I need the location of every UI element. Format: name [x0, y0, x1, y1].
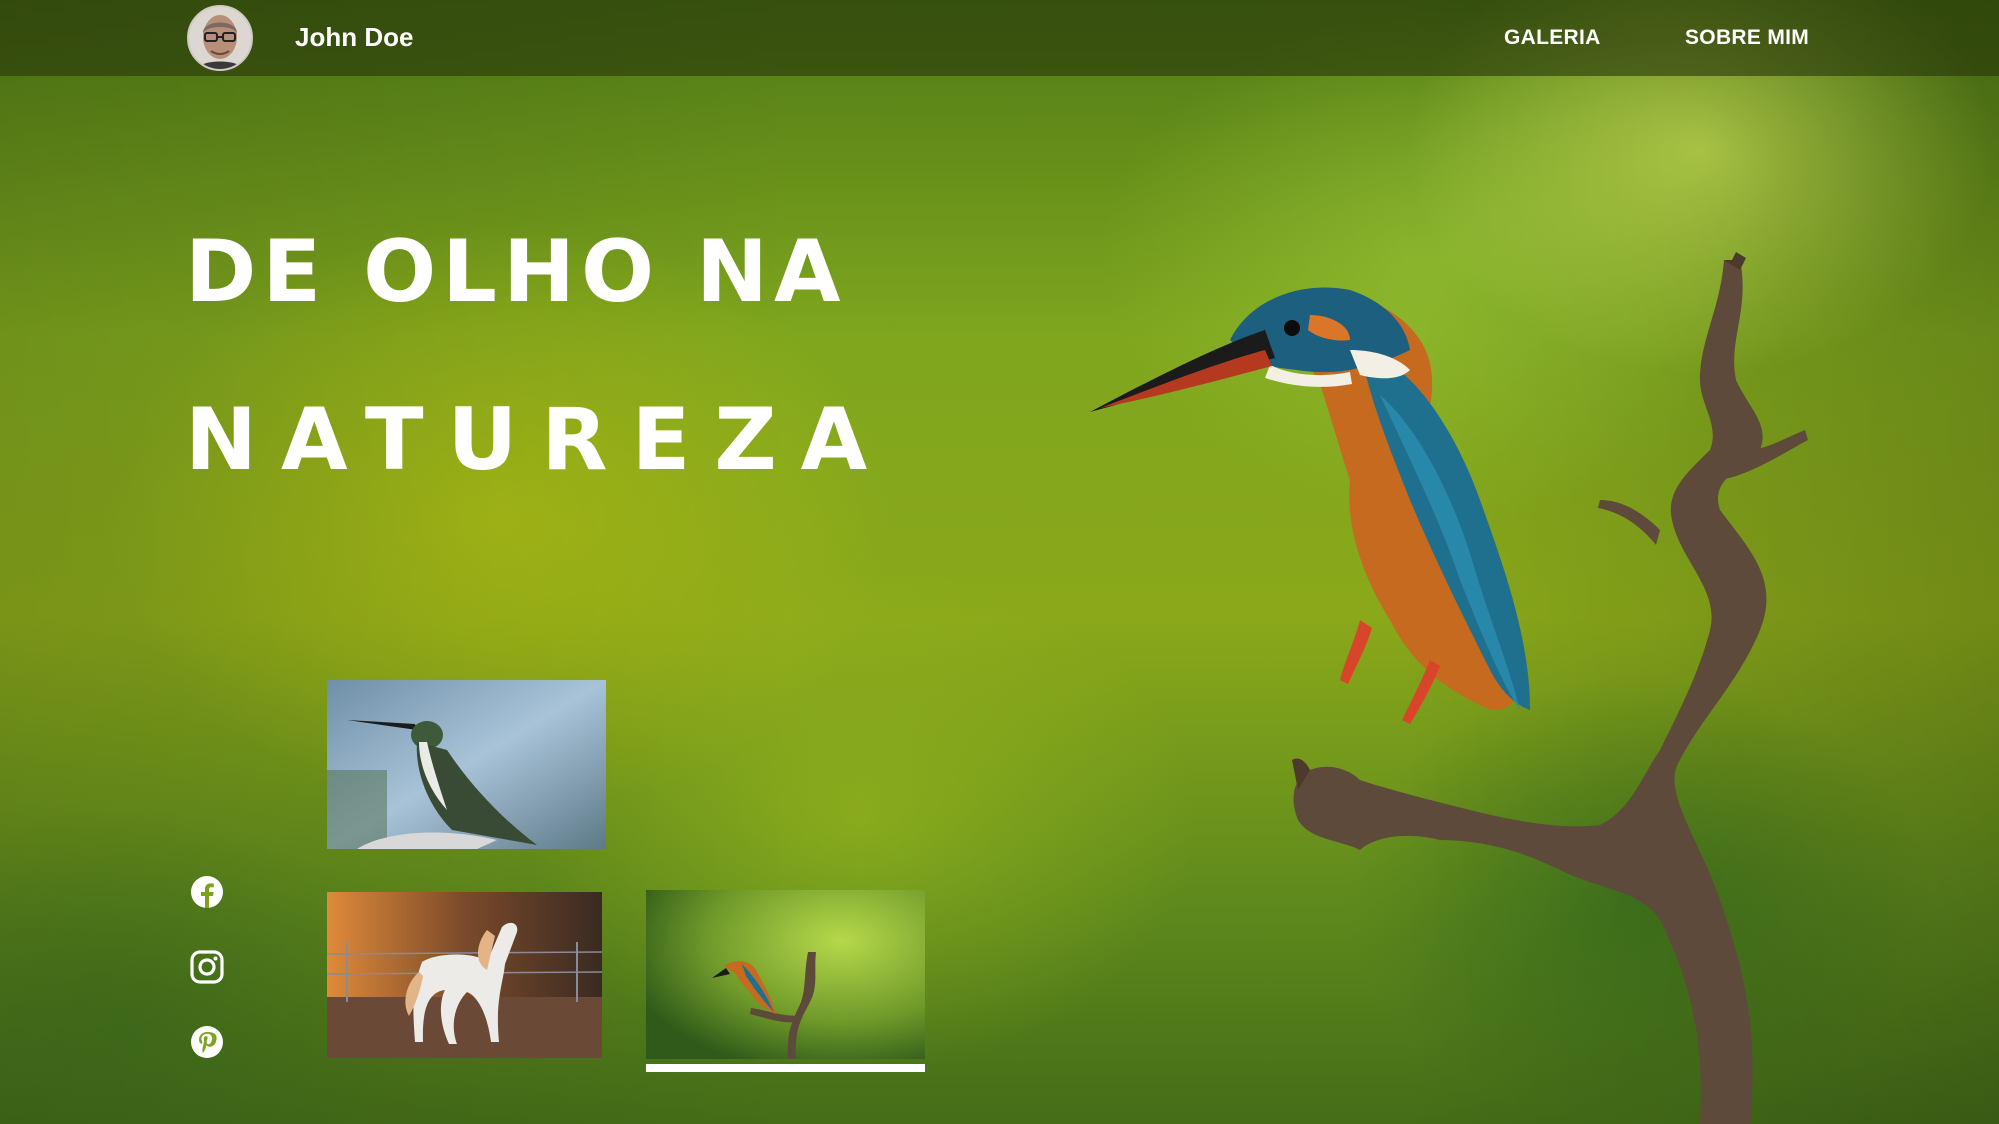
- instagram-icon[interactable]: [190, 950, 224, 984]
- gallery-thumbnail-hummingbird[interactable]: [327, 680, 606, 849]
- site-owner-name[interactable]: John Doe: [295, 22, 413, 52]
- nav-galeria-link[interactable]: GALERIA: [1504, 24, 1601, 52]
- hero-title-line-1: DE OLHO NA: [185, 222, 847, 322]
- main-kingfisher-image: [1090, 252, 1808, 1124]
- nav-sobre-mim-link[interactable]: SOBRE MIM: [1685, 24, 1809, 52]
- gallery-thumbnail-horse[interactable]: [327, 892, 602, 1058]
- facebook-icon[interactable]: [190, 875, 224, 909]
- selected-thumbnail-indicator: [646, 1064, 925, 1072]
- top-navigation-bar: John Doe GALERIA SOBRE MIM: [0, 0, 1999, 76]
- person-avatar-icon[interactable]: [187, 5, 253, 71]
- pinterest-icon[interactable]: [190, 1025, 224, 1059]
- hero-title-line-2: NATUREZA: [185, 390, 892, 490]
- gallery-thumbnail-kingfisher[interactable]: [646, 890, 925, 1059]
